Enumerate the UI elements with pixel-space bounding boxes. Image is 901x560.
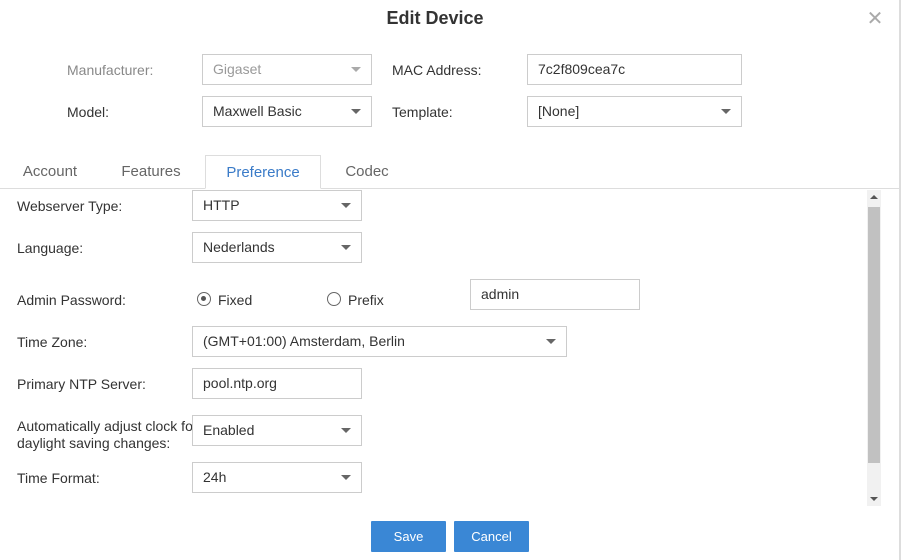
time-zone-select[interactable]: (GMT+01:00) Amsterdam, Berlin [192,326,567,357]
ntp-server-value: pool.ntp.org [203,375,277,391]
radio-prefix[interactable] [327,292,341,306]
time-format-label: Time Format: [17,470,100,486]
radio-fixed[interactable] [197,292,211,306]
ntp-server-label: Primary NTP Server: [17,376,146,392]
chevron-down-icon [351,67,361,72]
scroll-up-icon[interactable] [870,195,878,199]
tab-preference[interactable]: Preference [205,155,321,189]
chevron-down-icon [341,475,351,480]
dialog-title: Edit Device [386,8,484,28]
admin-password-input[interactable]: admin [470,279,640,310]
chevron-down-icon [351,109,361,114]
ntp-server-input[interactable]: pool.ntp.org [192,368,362,399]
mac-address-value: 7c2f809cea7c [538,61,626,77]
dst-label-line1: Automatically adjust clock for [17,418,198,434]
manufacturer-label: Manufacturer: [67,62,154,78]
scrollbar-thumb[interactable] [868,207,880,463]
webserver-type-value: HTTP [203,197,240,213]
chevron-down-icon [546,339,556,344]
tab-codec[interactable]: Codec [330,155,404,189]
save-button[interactable]: Save [371,521,446,552]
time-zone-value: (GMT+01:00) Amsterdam, Berlin [203,333,405,349]
cancel-button[interactable]: Cancel [454,521,529,552]
radio-prefix-label[interactable]: Prefix [348,292,384,308]
manufacturer-select: Gigaset [202,54,372,85]
chevron-down-icon [721,109,731,114]
language-select[interactable]: Nederlands [192,232,362,263]
mac-address-label: MAC Address: [392,62,482,78]
scroll-down-icon[interactable] [870,497,878,501]
radio-selected-dot [201,296,206,301]
radio-fixed-label[interactable]: Fixed [218,292,252,308]
language-value: Nederlands [203,239,275,255]
dst-select[interactable]: Enabled [192,415,362,446]
chevron-down-icon [341,203,351,208]
time-zone-label: Time Zone: [17,334,88,350]
mac-address-input[interactable]: 7c2f809cea7c [527,54,742,85]
template-label: Template: [392,104,453,120]
admin-password-label: Admin Password: [17,292,126,308]
time-format-select[interactable]: 24h [192,462,362,493]
chevron-down-icon [341,428,351,433]
admin-password-value: admin [481,286,520,302]
tab-account[interactable]: Account [8,155,92,189]
template-value: [None] [538,103,580,119]
manufacturer-value: Gigaset [213,61,262,77]
model-label: Model: [67,104,110,120]
model-select[interactable]: Maxwell Basic [202,96,372,127]
webserver-type-label: Webserver Type: [17,198,123,214]
template-select[interactable]: [None] [527,96,742,127]
chevron-down-icon [341,245,351,250]
dst-value: Enabled [203,422,255,438]
webserver-type-select[interactable]: HTTP [192,190,362,221]
dst-label-line2: daylight saving changes: [17,435,171,451]
close-icon[interactable]: ✕ [866,9,884,29]
tab-features[interactable]: Features [108,155,194,189]
time-format-value: 24h [203,469,227,485]
language-label: Language: [17,240,84,256]
model-value: Maxwell Basic [213,103,302,119]
